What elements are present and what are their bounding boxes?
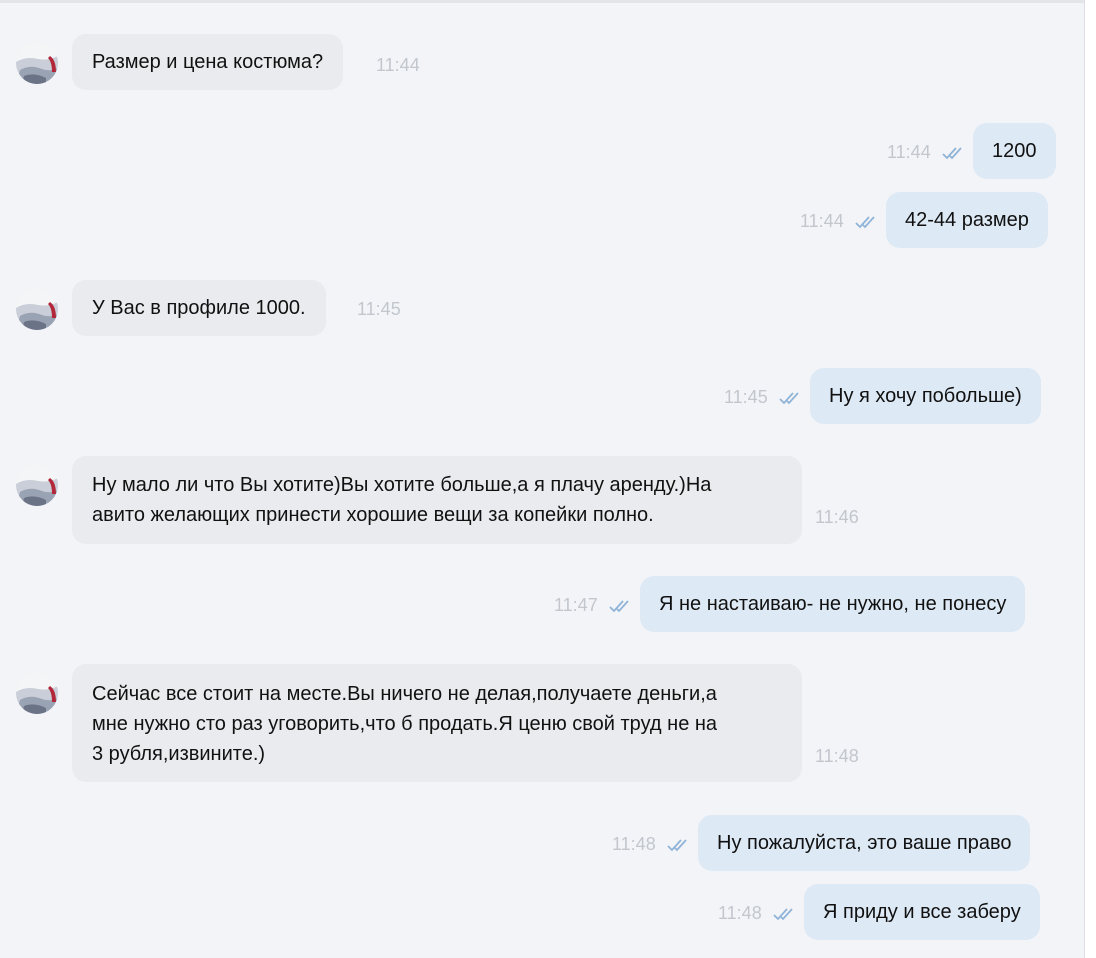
- message-text: 1200: [992, 140, 1037, 162]
- message-timestamp: 11:46: [815, 507, 859, 527]
- chat-window: Размер и цена костюма? 11:44 11:44 1200 …: [0, 0, 1096, 958]
- message-timestamp: 11:44: [887, 142, 931, 162]
- divider: [0, 0, 1084, 3]
- message-bubble-incoming[interactable]: Размер и цена костюма?: [72, 34, 344, 90]
- scrollbar[interactable]: [1084, 0, 1096, 958]
- message-bubble-incoming[interactable]: У Вас в профиле 1000.: [72, 280, 326, 336]
- message-timestamp: 11:47: [554, 595, 598, 615]
- message-text: Размер и цена костюма?: [92, 51, 324, 73]
- avatar[interactable]: [16, 464, 58, 506]
- message-text-line: Ну мало ли что Вы хотите)Вы хотите больш…: [92, 474, 712, 496]
- message-timestamp: 11:44: [800, 211, 844, 231]
- message-bubble-outgoing[interactable]: 42-44 размер: [886, 192, 1048, 248]
- avatar[interactable]: [16, 42, 58, 84]
- double-check-icon: [609, 599, 635, 613]
- double-check-icon: [667, 838, 693, 852]
- message-timestamp: 11:45: [357, 299, 401, 319]
- double-check-icon: [773, 907, 799, 921]
- message-text: Ну пожалуйста, это ваше право: [717, 832, 1012, 854]
- message-text-line: мне нужно сто раз уговорить,что б продат…: [92, 713, 718, 735]
- message-bubble-incoming[interactable]: Сейчас все стоит на месте.Вы ничего не д…: [72, 664, 802, 782]
- message-text: Ну я хочу побольше): [829, 385, 1022, 407]
- message-text-line: авито желающих принести хорошие вещи за …: [92, 504, 654, 526]
- double-check-icon: [779, 391, 805, 405]
- avatar[interactable]: [16, 288, 58, 330]
- message-bubble-outgoing[interactable]: Ну я хочу побольше): [810, 368, 1041, 424]
- message-timestamp: 11:48: [718, 903, 762, 923]
- message-timestamp: 11:48: [612, 834, 656, 854]
- double-check-icon: [942, 146, 968, 160]
- message-timestamp: 11:45: [724, 387, 768, 407]
- message-text: 42-44 размер: [905, 209, 1029, 231]
- message-text: Я не настаиваю- не нужно, не понесу: [659, 593, 1007, 615]
- message-text: У Вас в профиле 1000.: [92, 297, 306, 319]
- message-timestamp: 11:48: [815, 746, 859, 766]
- message-bubble-outgoing[interactable]: 1200: [973, 123, 1056, 179]
- message-text-line: Сейчас все стоит на месте.Вы ничего не д…: [92, 683, 717, 705]
- message-bubble-outgoing[interactable]: Я приду и все заберу: [804, 884, 1040, 940]
- message-bubble-incoming[interactable]: Ну мало ли что Вы хотите)Вы хотите больш…: [72, 456, 802, 544]
- double-check-icon: [855, 215, 881, 229]
- message-bubble-outgoing[interactable]: Ну пожалуйста, это ваше право: [698, 815, 1031, 871]
- message-text-line: 3 рубля,извините.): [92, 743, 266, 765]
- message-bubble-outgoing[interactable]: Я не настаиваю- не нужно, не понесу: [640, 576, 1026, 632]
- message-text: Я приду и все заберу: [823, 901, 1021, 923]
- message-timestamp: 11:44: [376, 55, 420, 75]
- avatar[interactable]: [16, 672, 58, 714]
